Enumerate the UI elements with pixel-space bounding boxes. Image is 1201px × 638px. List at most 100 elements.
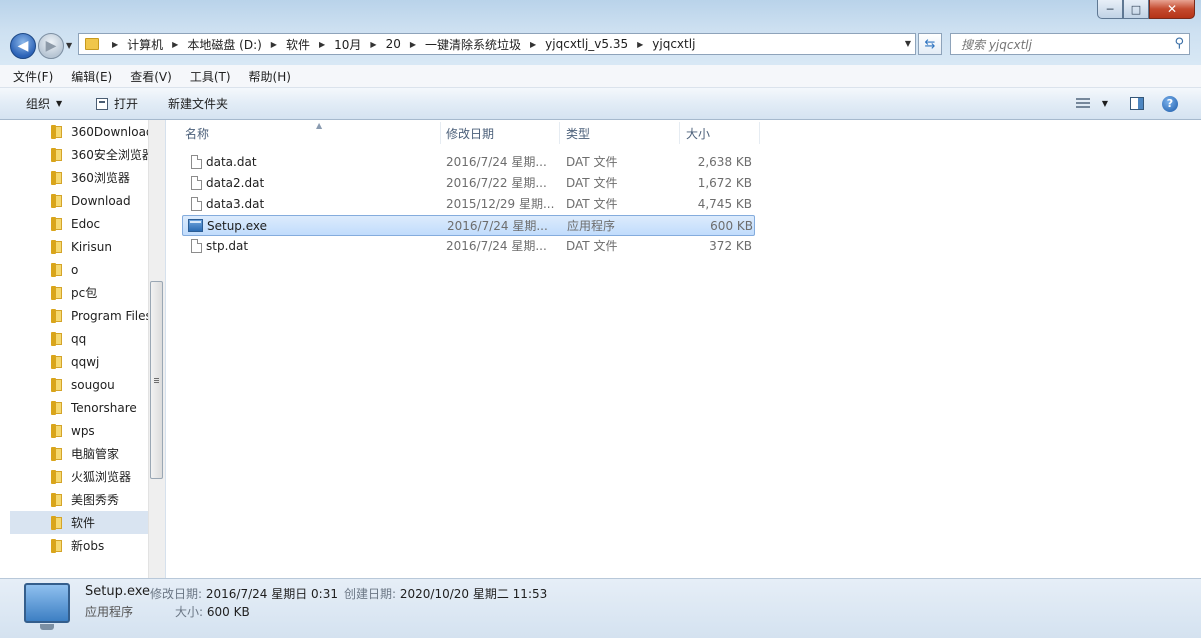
- menu-tools[interactable]: 工具(T): [177, 68, 236, 85]
- chevron-right-icon[interactable]: ▶: [319, 40, 325, 49]
- nav-folder-item[interactable]: 美图秀秀: [10, 488, 150, 511]
- nav-folder-label: 美图秀秀: [71, 493, 120, 507]
- close-button[interactable]: ✕: [1149, 0, 1195, 19]
- minimize-button[interactable]: ─: [1097, 0, 1123, 19]
- nav-folder-label: Tenorshare: [71, 400, 137, 415]
- column-name[interactable]: 名称 ▲: [179, 121, 441, 144]
- file-row[interactable]: data.dat 2016/7/24 星期... DAT 文件 2,638 KB: [182, 152, 755, 173]
- chevron-right-icon[interactable]: ▶: [370, 40, 376, 49]
- details-file-name: Setup.exe: [85, 584, 151, 599]
- nav-scrollbar[interactable]: [148, 120, 165, 578]
- nav-folder-label: 火狐浏览器: [71, 470, 132, 484]
- back-button[interactable]: ◀: [10, 33, 36, 59]
- file-row[interactable]: data3.dat 2015/12/29 星期... DAT 文件 4,745 KB: [182, 194, 755, 215]
- nav-folder-label: pc包: [71, 286, 98, 300]
- nav-folder-item[interactable]: Tenorshare: [10, 396, 150, 419]
- new-folder-button[interactable]: 新建文件夹: [168, 95, 228, 112]
- nav-folder-label: 360安全浏览器: [71, 148, 150, 162]
- breadcrumb-october[interactable]: 10月: [334, 36, 361, 53]
- nav-folder-label: 360Download: [71, 124, 150, 139]
- details-modified-value: 2016/7/24 星期日 0:31: [205, 587, 338, 601]
- details-pane: Setup.exe 应用程序 修改日期: 2016/7/24 星期日 0:31 …: [0, 578, 1201, 638]
- search-box[interactable]: ⚲: [950, 33, 1190, 55]
- menu-file[interactable]: 文件(F): [0, 68, 58, 85]
- refresh-button[interactable]: ⇆: [918, 33, 942, 55]
- file-icon: [191, 155, 202, 169]
- nav-folder-item[interactable]: Program Files: [10, 304, 150, 327]
- nav-folder-item[interactable]: 360Download: [10, 120, 150, 143]
- toolbar-right: ▼ ?: [1075, 88, 1201, 119]
- breadcrumb-computer[interactable]: 计算机: [127, 36, 163, 53]
- file-row[interactable]: Setup.exe 2016/7/24 星期... 应用程序 600 KB: [182, 215, 755, 236]
- file-list[interactable]: 名称 ▲ 修改日期 类型 大小 data.dat 2016/7/24 星期... D…: [166, 120, 1201, 578]
- close-icon: ✕: [1166, 2, 1178, 16]
- nav-folder-item[interactable]: sougou: [10, 373, 150, 396]
- file-row[interactable]: data2.dat 2016/7/22 星期... DAT 文件 1,672 KB: [182, 173, 755, 194]
- forward-button[interactable]: ▶: [38, 33, 64, 59]
- breadcrumb-current[interactable]: yjqcxtlj: [652, 37, 695, 51]
- breadcrumb-cleaner[interactable]: 一键清除系统垃圾: [425, 36, 521, 53]
- chevron-right-icon[interactable]: ▶: [530, 40, 536, 49]
- change-view-icon[interactable]: [1075, 98, 1090, 109]
- column-date[interactable]: 修改日期: [440, 122, 560, 144]
- folder-icon: [51, 469, 63, 484]
- nav-folder-item[interactable]: Download: [10, 189, 150, 212]
- address-dropdown[interactable]: ▼: [905, 39, 911, 48]
- breadcrumb-20[interactable]: 20: [386, 37, 401, 51]
- folder-icon: [51, 400, 63, 415]
- nav-folder-item[interactable]: o: [10, 258, 150, 281]
- address-bar[interactable]: ▶ 计算机 ▶ 本地磁盘 (D:) ▶ 软件 ▶ 10月 ▶ 20 ▶ 一键清除系统垃圾 ▶…: [78, 33, 916, 55]
- file-size: 600 KB: [710, 219, 753, 233]
- nav-folder-item[interactable]: Kirisun: [10, 235, 150, 258]
- nav-folder-item[interactable]: qqwj: [10, 350, 150, 373]
- nav-folder-item[interactable]: 360安全浏览器: [10, 143, 150, 166]
- nav-scrollbar-thumb[interactable]: [150, 281, 163, 479]
- nav-folder-item[interactable]: pc包: [10, 281, 150, 304]
- maximize-button[interactable]: □: [1123, 0, 1149, 19]
- file-row[interactable]: stp.dat 2016/7/24 星期... DAT 文件 372 KB: [182, 236, 755, 257]
- application-icon: [24, 583, 70, 630]
- folder-icon: [51, 147, 63, 162]
- menu-edit[interactable]: 编辑(E): [58, 68, 117, 85]
- help-icon[interactable]: ?: [1162, 95, 1178, 112]
- folder-icon: [51, 331, 63, 346]
- chevron-right-icon[interactable]: ▶: [172, 40, 178, 49]
- chevron-right-icon[interactable]: ▶: [410, 40, 416, 49]
- open-button[interactable]: 打开: [96, 95, 138, 112]
- nav-folder-item[interactable]: 360浏览器: [10, 166, 150, 189]
- nav-folder-item[interactable]: wps: [10, 419, 150, 442]
- folder-icon: [51, 285, 63, 300]
- menu-help[interactable]: 帮助(H): [236, 68, 296, 85]
- file-name: Setup.exe: [207, 219, 268, 233]
- breadcrumb-software[interactable]: 软件: [286, 36, 310, 53]
- organize-button[interactable]: 组织 ▼: [26, 95, 62, 112]
- chevron-down-icon[interactable]: ▼: [1102, 99, 1108, 108]
- search-input[interactable]: [959, 35, 1163, 55]
- breadcrumb-version[interactable]: yjqcxtlj_v5.35: [545, 37, 628, 51]
- nav-folder-item[interactable]: 火狐浏览器: [10, 465, 150, 488]
- file-date: 2016/7/24 星期...: [446, 239, 547, 253]
- nav-folder-item[interactable]: qq: [10, 327, 150, 350]
- nav-folder-item[interactable]: 新obs: [10, 534, 150, 557]
- nav-folder-item[interactable]: Edoc: [10, 212, 150, 235]
- search-icon[interactable]: ⚲: [1174, 36, 1184, 51]
- chevron-right-icon[interactable]: ▶: [271, 40, 277, 49]
- folder-icon: [51, 216, 63, 231]
- chevron-right-icon[interactable]: ▶: [637, 40, 643, 49]
- nav-folder-item[interactable]: 软件: [10, 511, 148, 534]
- back-arrow-icon: ◀: [17, 38, 29, 54]
- recent-pages-dropdown[interactable]: ▼: [66, 41, 72, 50]
- chevron-right-icon[interactable]: ▶: [112, 40, 118, 49]
- nav-folder-label: 电脑管家: [71, 447, 120, 461]
- folder-icon: [51, 446, 63, 461]
- navigation-pane[interactable]: 360Download 360安全浏览器 360浏览器 Download Edoc Kir…: [0, 120, 166, 578]
- menu-view[interactable]: 查看(V): [117, 68, 177, 85]
- column-type[interactable]: 类型: [560, 122, 680, 144]
- details-created: 创建日期: 2020/10/20 星期二 11:53: [344, 585, 547, 602]
- nav-folder-item[interactable]: 电脑管家: [10, 442, 150, 465]
- column-size[interactable]: 大小: [680, 122, 760, 144]
- breadcrumb-local-disk[interactable]: 本地磁盘 (D:): [187, 36, 261, 53]
- preview-pane-icon[interactable]: [1130, 97, 1144, 110]
- minimize-icon: ─: [1106, 2, 1114, 16]
- folder-icon: [85, 38, 99, 50]
